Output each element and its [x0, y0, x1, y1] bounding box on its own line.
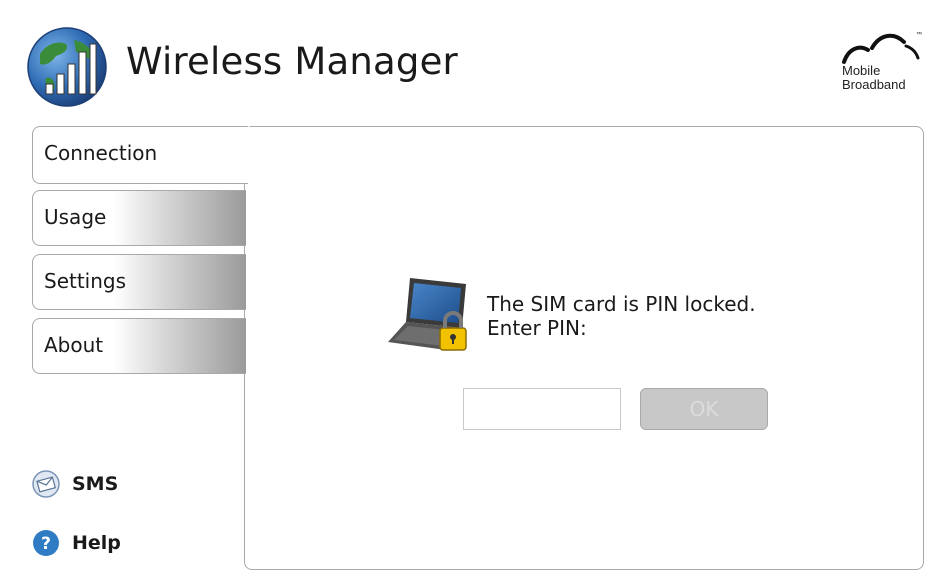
brand-line1: Mobile: [842, 63, 881, 78]
tab-settings[interactable]: Settings: [32, 254, 246, 310]
tab-about[interactable]: About: [32, 318, 246, 374]
pin-message-line2: Enter PIN:: [487, 316, 587, 340]
tab-connection[interactable]: Connection: [32, 126, 252, 184]
help-icon: ?: [33, 530, 59, 556]
tab-usage-label: Usage: [44, 205, 107, 229]
sms-link[interactable]: SMS: [32, 470, 118, 498]
svg-text:?: ?: [41, 534, 51, 554]
help-label: Help: [72, 532, 121, 554]
brand-text: Mobile Broadband: [842, 64, 906, 92]
tab-settings-label: Settings: [44, 269, 127, 293]
tab-usage[interactable]: Usage: [32, 190, 246, 246]
envelope-icon: [32, 470, 60, 498]
ok-button[interactable]: OK: [640, 388, 768, 430]
laptop-lock-icon: [388, 278, 467, 351]
broadband-arcs-icon: ™: [842, 31, 922, 64]
pin-message-line1: The SIM card is PIN locked.: [487, 292, 756, 316]
svg-text:™: ™: [916, 31, 922, 38]
tab-about-label: About: [44, 333, 104, 357]
help-link[interactable]: ? Help: [32, 529, 121, 557]
tab-connection-label: Connection: [44, 141, 158, 165]
wireless-manager-window: Wireless Manager ™ Mobile Broadband Conn…: [0, 0, 928, 580]
pin-message: The SIM card is PIN locked. Enter PIN:: [487, 292, 756, 340]
brand-line2: Broadband: [842, 77, 906, 92]
pin-input[interactable]: [463, 388, 621, 430]
sms-label: SMS: [72, 473, 119, 495]
app-title: Wireless Manager: [126, 40, 458, 83]
mobile-broadband-logo: ™ Mobile Broadband: [832, 28, 922, 104]
content-panel: [244, 126, 924, 570]
globe-signal-logo-icon: [27, 27, 107, 107]
